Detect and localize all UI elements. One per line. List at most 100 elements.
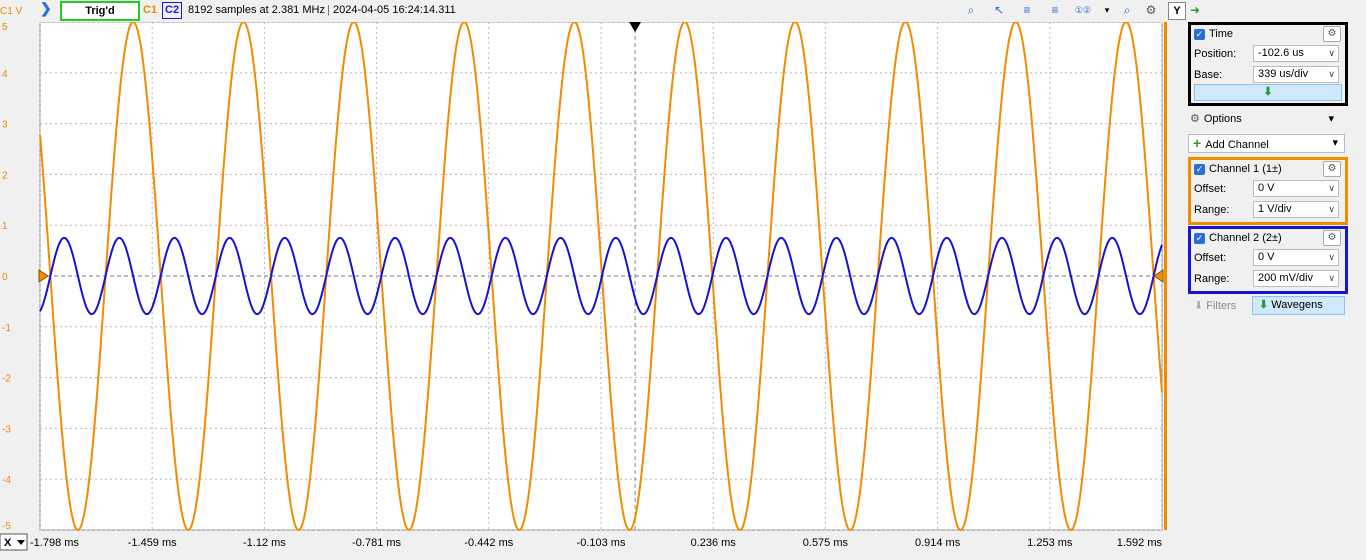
arrow-down-icon: ⬇ xyxy=(1263,86,1273,98)
gear-icon[interactable]: ⚙ xyxy=(1323,26,1341,42)
channel1-header[interactable]: ✓ Channel 1 (1±) xyxy=(1194,160,1282,178)
y-tick-label: 1 xyxy=(2,221,8,232)
channel2-offset-select[interactable]: 0 V ∨ xyxy=(1253,249,1339,266)
x-axis-label-icon: X xyxy=(4,537,12,549)
gear-icon[interactable]: ⚙ xyxy=(1323,230,1341,246)
toolbar: ❯ Trig'd C1 C2 8192 samples at 2.381 MHz… xyxy=(0,0,1200,22)
x-tick-label: 1.592 ms xyxy=(1117,537,1163,549)
add-channel-button[interactable]: + Add Channel ▾ xyxy=(1188,134,1345,153)
range-value: 1 V/div xyxy=(1258,203,1292,215)
zoom-icon[interactable]: ⌕ xyxy=(962,1,980,19)
y-tick-label: -4 xyxy=(2,475,11,486)
timestamp: 2024-04-05 16:24:14.311 xyxy=(333,4,456,16)
position-label: Position: xyxy=(1194,48,1237,60)
range-label: Range: xyxy=(1194,273,1230,285)
x-tick-label: -0.781 ms xyxy=(352,537,401,549)
chevron-down-icon: ∨ xyxy=(1328,183,1335,193)
offset-value: 0 V xyxy=(1258,251,1275,263)
chevron-down-icon: ∨ xyxy=(1328,48,1335,58)
position-value: -102.6 us xyxy=(1258,47,1304,59)
range-value: 200 mV/div xyxy=(1258,272,1314,284)
checkbox-icon[interactable]: ✓ xyxy=(1194,163,1205,175)
wavegens-label: Wavegens xyxy=(1271,299,1323,311)
x-tick-label: 0.575 ms xyxy=(803,537,849,549)
dropdown-arrow-icon: ▾ xyxy=(1328,113,1334,125)
x-tick-label: 1.253 ms xyxy=(1027,537,1073,549)
right-panel: ✓ Time ⚙ Position: -102.6 us ∨ Base: 339 u… xyxy=(1186,22,1366,557)
y-tick-label: -1 xyxy=(2,323,11,334)
channel1-range-select[interactable]: 1 V/div ∨ xyxy=(1253,201,1339,218)
channel2-tab[interactable]: C2 xyxy=(162,2,183,19)
collapse-button[interactable]: ⬇ xyxy=(1194,84,1342,101)
filters-button[interactable]: ⬇ Filters xyxy=(1194,297,1236,315)
arrow-down-icon: ⬇ xyxy=(1259,299,1269,311)
measure-icon[interactable]: ≡ xyxy=(1018,1,1036,19)
y-tick-label: 0 xyxy=(2,272,8,283)
channel1-offset-select[interactable]: 0 V ∨ xyxy=(1253,180,1339,197)
time-title: Time xyxy=(1209,28,1234,40)
arrow-right-icon[interactable]: ➜ xyxy=(1186,1,1204,19)
wavegens-button[interactable]: ⬇ Wavegens xyxy=(1252,296,1345,315)
options-menu[interactable]: ⚙ Options ▾ xyxy=(1190,110,1340,128)
y-tick-label: -5 xyxy=(2,521,11,532)
offset-label: Offset: xyxy=(1194,252,1227,264)
zoom-in-icon[interactable]: ⌕ xyxy=(1118,1,1136,19)
y-axis-button[interactable]: Y xyxy=(1168,2,1186,20)
channel1-group: ✓ Channel 1 (1±) ⚙ Offset: 0 V ∨ Range: 1 … xyxy=(1188,157,1348,225)
plus-icon: + xyxy=(1193,135,1202,151)
gear-icon: ⚙ xyxy=(1190,113,1200,125)
add-channel-label: Add Channel xyxy=(1205,139,1269,151)
cursor-icon[interactable]: ↖ xyxy=(990,1,1008,19)
checkbox-icon[interactable]: ✓ xyxy=(1194,232,1205,244)
run-arrow-icon[interactable]: ❯ xyxy=(40,0,52,17)
y-tick-label: -2 xyxy=(2,374,11,385)
offset-value: 0 V xyxy=(1258,182,1275,194)
base-label: Base: xyxy=(1194,69,1223,81)
arrow-down-icon: ⬇ xyxy=(1194,300,1204,312)
x-tick-label: -1.798 ms xyxy=(30,537,79,549)
sample-info: 8192 samples at 2.381 MHz xyxy=(188,4,325,16)
gear-icon[interactable]: ⚙ xyxy=(1323,161,1341,177)
position-select[interactable]: -102.6 us ∨ xyxy=(1253,45,1339,62)
y-tick-label: -3 xyxy=(2,424,11,435)
checkbox-icon[interactable]: ✓ xyxy=(1194,28,1205,40)
dropdown-arrow-icon: ▾ xyxy=(1332,137,1338,149)
range-label: Range: xyxy=(1194,204,1230,216)
oscilloscope-plot[interactable]: 5 4 3 2 1 0 -1 -2 -3 -4 -5 -1.798 ms -1.459 ms -1.12 … xyxy=(0,20,1186,557)
base-value: 339 us/div xyxy=(1258,68,1309,80)
channel1-tab[interactable]: C1 xyxy=(143,2,157,19)
channel2-title: Channel 2 (2±) xyxy=(1209,232,1282,244)
channel2-header[interactable]: ✓ Channel 2 (2±) xyxy=(1194,229,1282,247)
x-tick-label: 0.914 ms xyxy=(915,537,961,549)
chevron-down-icon: ∨ xyxy=(1328,69,1335,79)
y-tick-label: 3 xyxy=(2,120,8,131)
x-tick-label: 0.236 ms xyxy=(691,537,737,549)
separator: | xyxy=(327,4,330,16)
base-select[interactable]: 339 us/div ∨ xyxy=(1253,66,1339,83)
x-tick-label: -0.442 ms xyxy=(464,537,513,549)
chevron-down-icon: ∨ xyxy=(1328,252,1335,262)
chevron-down-icon[interactable]: ▾ xyxy=(1098,1,1116,19)
x-tick-label: -0.103 ms xyxy=(577,537,626,549)
options-label: Options xyxy=(1203,113,1242,125)
y-axis-unit-label: C1 V xyxy=(0,6,23,17)
x-tick-label: -1.459 ms xyxy=(128,537,177,549)
c1-axis-strip xyxy=(1164,22,1167,530)
chevron-down-icon: ∨ xyxy=(1328,273,1335,283)
time-header[interactable]: ✓ Time xyxy=(1194,25,1233,43)
align-icon[interactable]: ≡ xyxy=(1046,1,1064,19)
filters-label: Filters xyxy=(1206,300,1237,312)
y-tick-label: 5 xyxy=(2,22,8,33)
channel2-group: ✓ Channel 2 (2±) ⚙ Offset: 0 V ∨ Range: 20… xyxy=(1188,226,1348,294)
settings-icon[interactable]: ⚙ xyxy=(1142,1,1160,19)
offset-label: Offset: xyxy=(1194,183,1227,195)
numbering-icon[interactable]: ①② xyxy=(1074,1,1092,19)
y-tick-label: 4 xyxy=(2,69,8,80)
channel1-title: Channel 1 (1±) xyxy=(1209,163,1282,175)
plot-area[interactable]: 5 4 3 2 1 0 -1 -2 -3 -4 -5 -1.798 ms -1.459 ms -1.12 … xyxy=(0,20,1186,557)
chevron-down-icon: ∨ xyxy=(1328,204,1335,214)
trigger-status: Trig'd xyxy=(60,1,140,21)
channel2-range-select[interactable]: 200 mV/div ∨ xyxy=(1253,270,1339,287)
x-tick-label: -1.12 ms xyxy=(243,537,286,549)
time-group: ✓ Time ⚙ Position: -102.6 us ∨ Base: 339 u… xyxy=(1188,22,1348,106)
